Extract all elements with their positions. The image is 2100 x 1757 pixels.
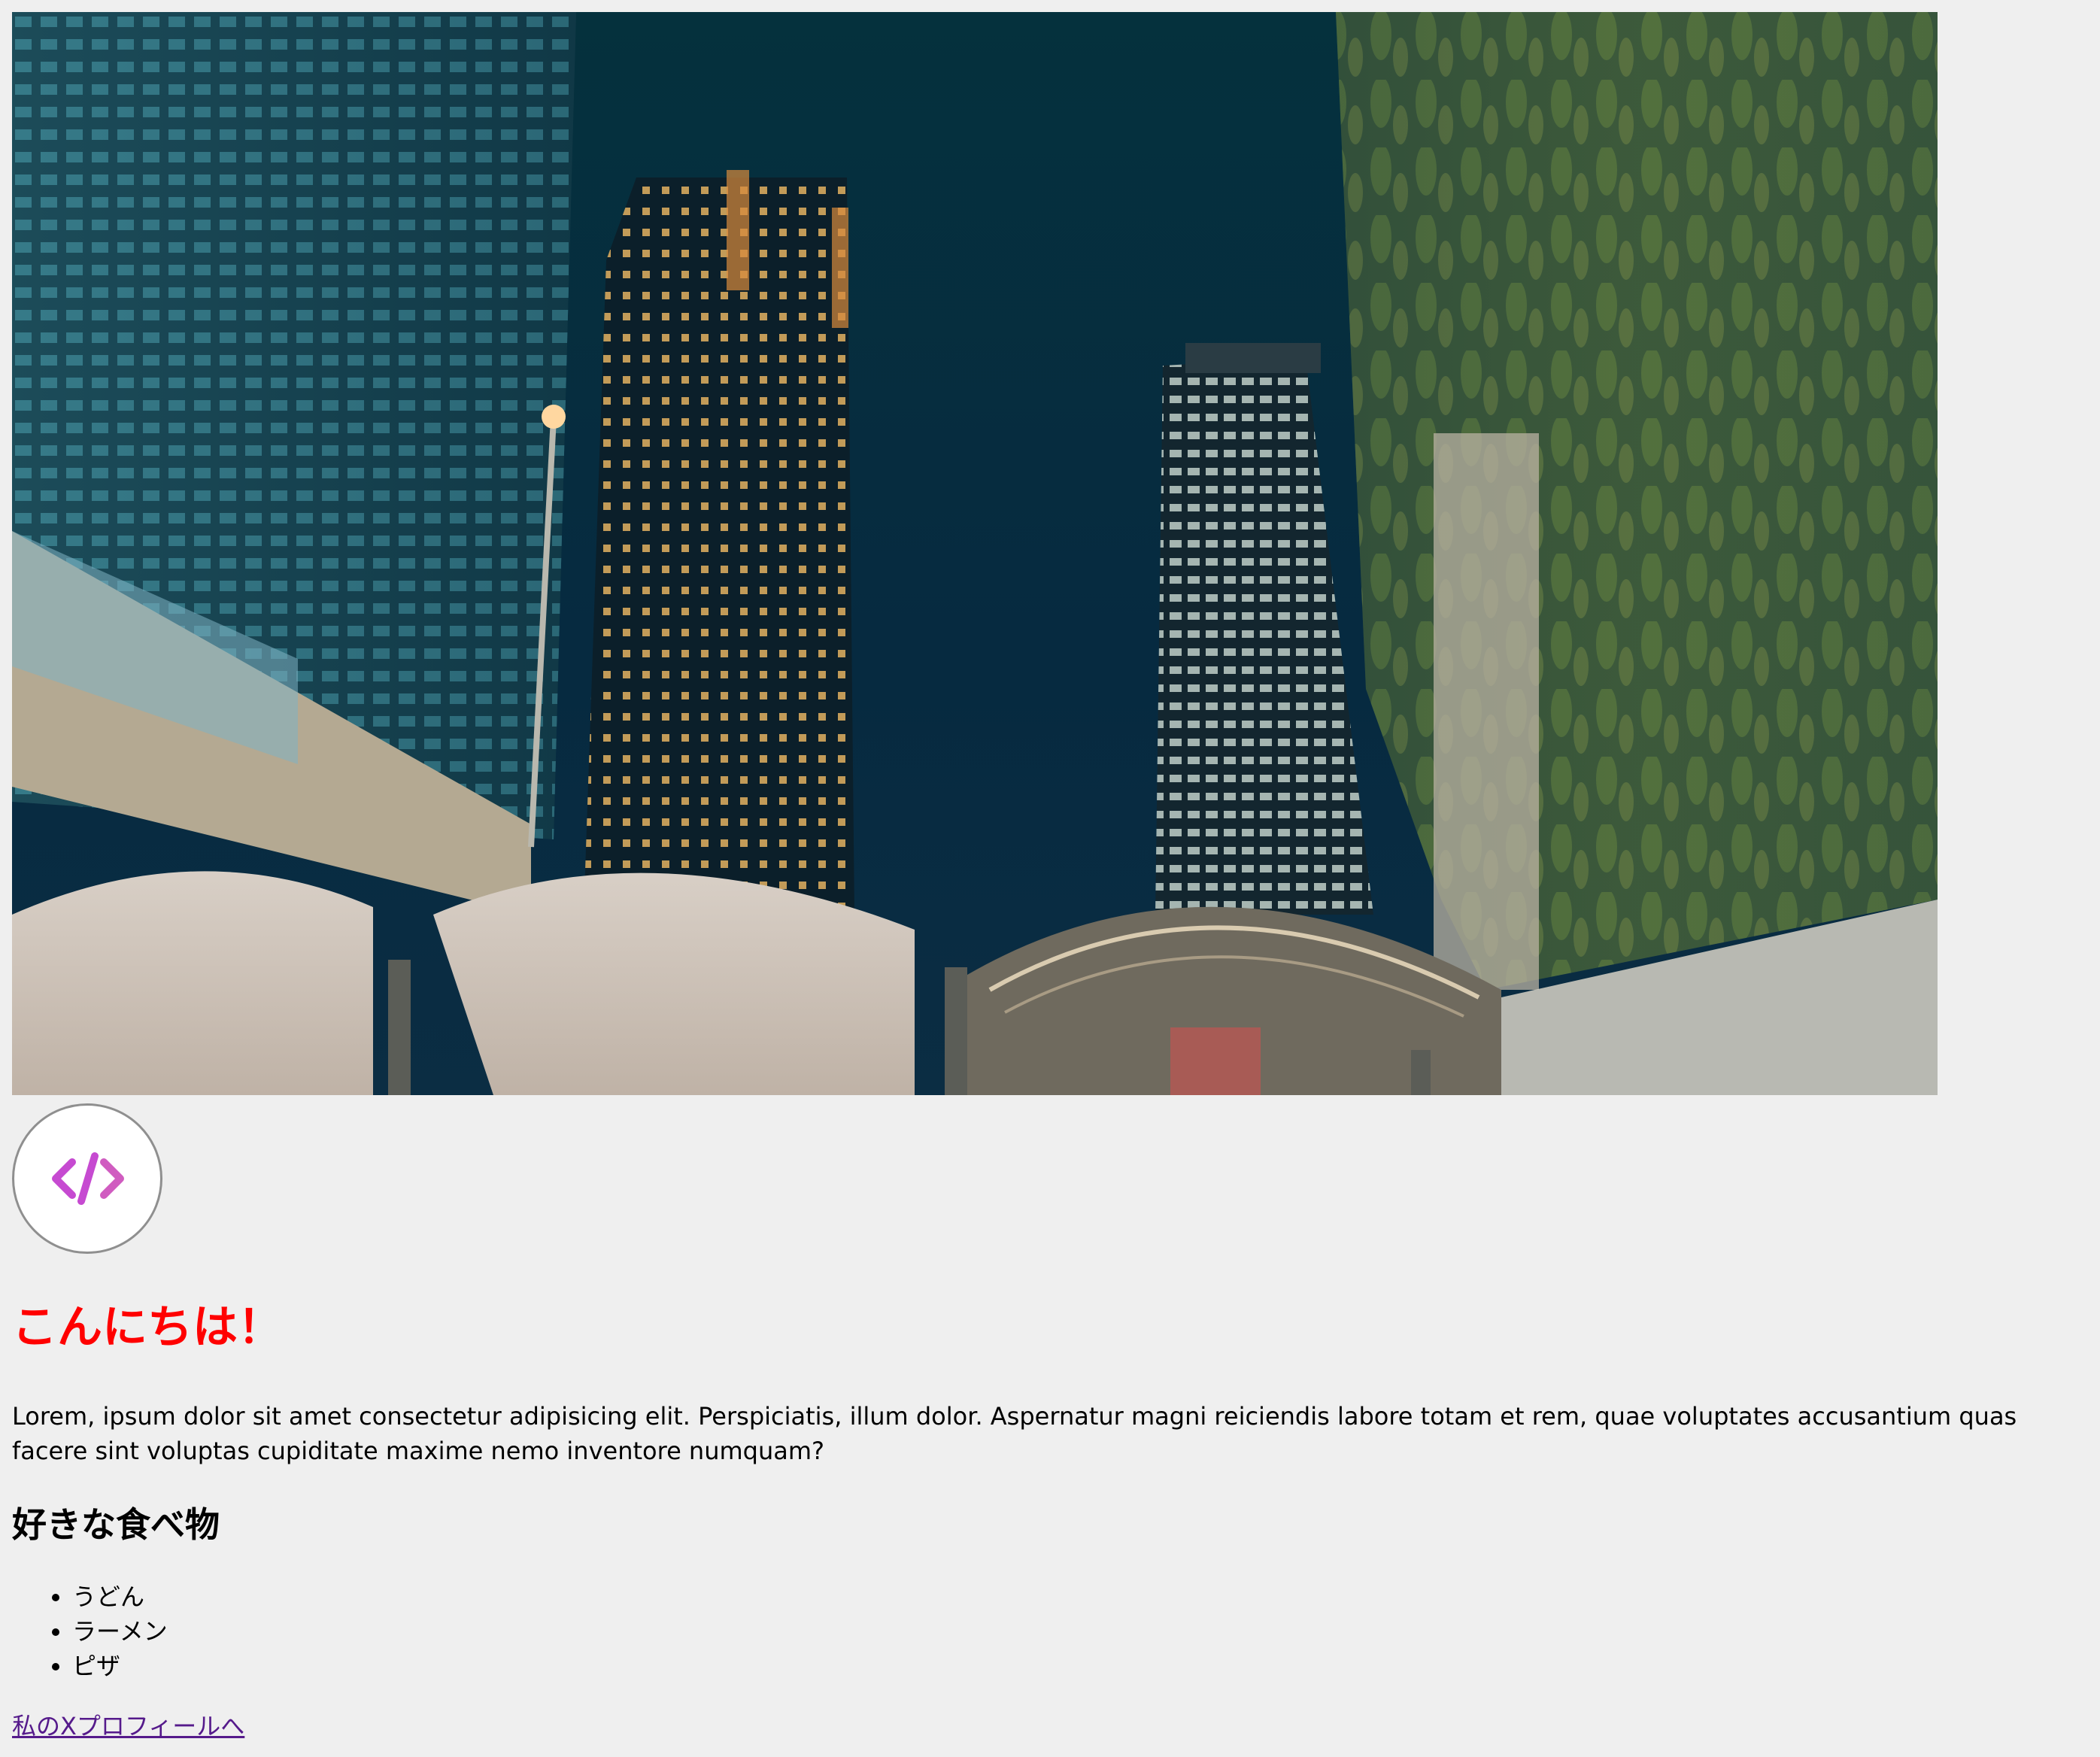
favorite-food-heading: 好きな食べ物: [12, 1504, 220, 1545]
list-item: ピザ: [72, 1649, 168, 1683]
x-profile-link[interactable]: 私のXプロフィールへ: [12, 1709, 244, 1743]
code-icon: [52, 1152, 124, 1205]
hero-image: [12, 12, 1938, 1095]
page-heading: こんにちは！: [12, 1301, 283, 1354]
favorite-food-list: うどん ラーメン ピザ: [12, 1579, 168, 1683]
page: こんにちは！ Lorem, ipsum dolor sit amet conse…: [0, 0, 2100, 1757]
list-item: うどん: [72, 1579, 168, 1614]
avatar: [12, 1103, 162, 1254]
list-item: ラーメン: [72, 1614, 168, 1649]
intro-paragraph: Lorem, ipsum dolor sit amet consectetur …: [12, 1402, 2017, 1465]
